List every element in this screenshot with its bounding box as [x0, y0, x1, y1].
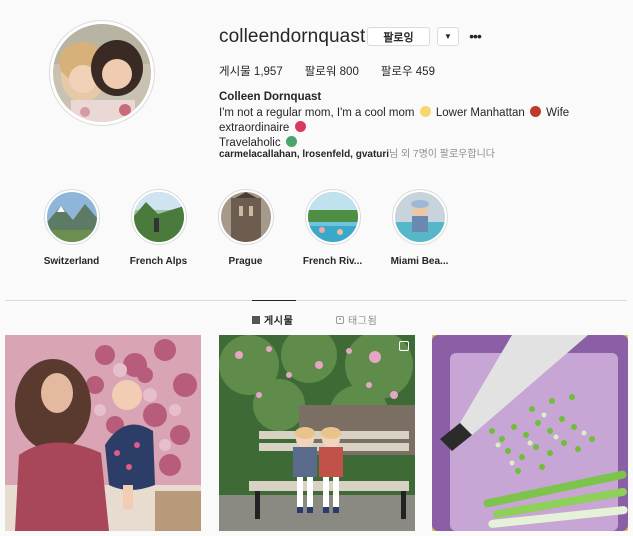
post-thumbnail[interactable] — [5, 335, 201, 531]
active-tab-indicator — [252, 300, 296, 301]
highlight-cover — [46, 192, 97, 242]
highlight-ring — [217, 189, 274, 245]
highlight-ring — [304, 189, 361, 245]
highlight-cover — [394, 192, 445, 242]
highlight-label: Prague — [228, 256, 263, 267]
post-thumbnail[interactable] — [219, 335, 415, 531]
apple-icon — [529, 106, 541, 117]
tag-icon — [336, 315, 344, 324]
highlight-ring — [391, 189, 448, 245]
carousel-icon — [399, 341, 409, 351]
grid-icon — [252, 315, 260, 324]
posts-count: 게시물 1,957 — [219, 66, 283, 78]
highlight-label: French Riv... — [302, 256, 363, 267]
highlight-french-riviera[interactable]: French Riv... — [289, 189, 376, 267]
avatar — [53, 24, 151, 122]
post-thumbnail[interactable] — [432, 335, 628, 531]
tabs-divider — [5, 300, 627, 301]
sparkles-icon — [419, 106, 431, 117]
followed-by-text[interactable]: carmelacallahan, lrosenfeld, gvaturi님 외 … — [219, 145, 495, 160]
followers-count[interactable]: 팔로워 800 — [305, 63, 359, 79]
highlight-label: French Alps — [129, 256, 188, 267]
more-options-icon[interactable]: ••• — [467, 27, 483, 45]
highlight-cover — [307, 192, 358, 242]
chevron-down-icon: ▼ — [444, 32, 452, 41]
highlight-cover — [133, 192, 184, 242]
highlight-miami-beach[interactable]: Miami Bea... — [376, 189, 463, 267]
story-highlights: Switzerland French Alps Prague French Ri… — [28, 189, 463, 267]
following-button[interactable]: 팔로잉 — [367, 27, 430, 46]
highlight-french-alps[interactable]: French Alps — [115, 189, 202, 267]
highlight-ring — [130, 189, 187, 245]
suggestions-dropdown-button[interactable]: ▼ — [437, 27, 459, 46]
tab-posts[interactable]: 게시물 — [252, 312, 293, 327]
followed-by-suffix: 님 외 7명이 팔로우합니다 — [389, 149, 495, 160]
bio-text-1: I'm not a regular mom, I'm a cool mom — [219, 107, 415, 119]
profile-avatar-ring[interactable] — [49, 20, 155, 126]
profile-username: colleendornquast — [219, 26, 366, 47]
highlight-label: Switzerland — [43, 256, 100, 267]
bio-text-2: Lower Manhattan — [435, 107, 525, 119]
tab-tagged-label: 태그됨 — [348, 316, 378, 327]
following-count[interactable]: 팔로우 459 — [381, 63, 435, 79]
heart-icon — [294, 121, 306, 132]
highlight-cover — [220, 192, 271, 242]
profile-full-name: Colleen Dornquast — [219, 91, 322, 103]
highlight-switzerland[interactable]: Switzerland — [28, 189, 115, 267]
highlight-label: Miami Bea... — [390, 256, 449, 267]
highlight-ring — [43, 189, 100, 245]
highlight-prague[interactable]: Prague — [202, 189, 289, 267]
tab-posts-label: 게시물 — [264, 316, 294, 327]
tab-tagged[interactable]: 태그됨 — [336, 312, 377, 327]
followed-by-names[interactable]: carmelacallahan, lrosenfeld, gvaturi — [219, 149, 389, 160]
profile-stats: 게시물 1,957 팔로워 800 팔로우 459 — [219, 63, 457, 79]
